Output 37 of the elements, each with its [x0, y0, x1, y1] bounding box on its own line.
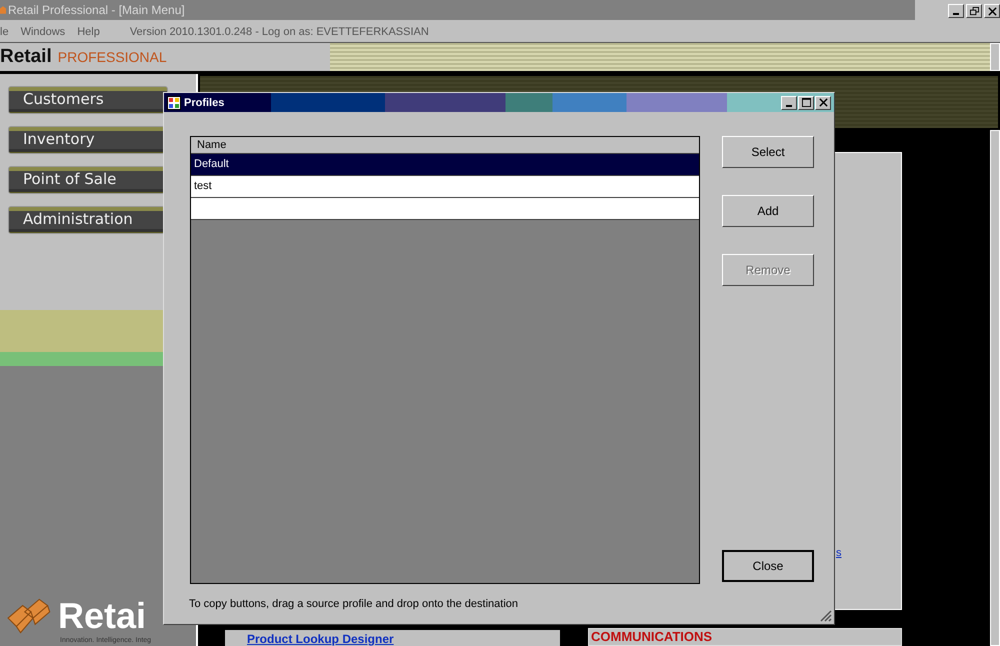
maximize-button[interactable]: [798, 96, 814, 110]
designer-link[interactable]: Product Lookup Designer: [247, 632, 394, 646]
scrollbar[interactable]: [990, 130, 1000, 646]
close-dialog-button[interactable]: Close: [722, 550, 814, 582]
menu-item[interactable]: Help: [77, 26, 100, 38]
window-title: Retail Professional - [Main Menu]: [8, 3, 185, 17]
section-heading: COMMUNICATIONS: [591, 629, 712, 644]
logo-text: Retai: [58, 595, 146, 636]
restore-button[interactable]: [966, 4, 982, 18]
new-row[interactable]: [191, 198, 699, 220]
close-icon: [818, 98, 828, 107]
column-header[interactable]: Name: [191, 137, 699, 154]
panel-link[interactable]: s: [836, 547, 842, 559]
brand-logo: Retail: [0, 46, 52, 68]
dialog-title: Profiles: [184, 96, 224, 108]
menu-item[interactable]: Windows: [20, 26, 66, 38]
hint-text: To copy buttons, drag a source profile and drop onto the destination: [189, 598, 518, 610]
nav-button[interactable]: Customers: [8, 86, 168, 114]
restore-icon: [970, 6, 978, 16]
profile-row[interactable]: test: [191, 176, 699, 198]
menu-item[interactable]: le: [0, 26, 9, 38]
close-button[interactable]: [815, 96, 831, 110]
close-button[interactable]: [984, 4, 1000, 18]
profile-row[interactable]: Default: [191, 154, 699, 176]
minimize-button[interactable]: [948, 4, 964, 18]
resize-grip-icon[interactable]: [820, 610, 832, 622]
version-text: Version 2010.1301.0.248 - Log on as: EVETTEFERKASSIAN: [130, 26, 429, 38]
dialog-button[interactable]: Select: [722, 136, 814, 168]
app-icon: [0, 5, 6, 15]
product-name: PROFESSIONAL: [58, 49, 167, 65]
window-icon: [167, 96, 181, 110]
close-icon: [988, 6, 996, 16]
minimize-icon: [786, 104, 792, 106]
dialog-button[interactable]: Add: [722, 195, 814, 227]
minimize-button[interactable]: [781, 96, 797, 110]
minimize-icon: [953, 13, 959, 15]
maximize-icon: [802, 98, 810, 107]
